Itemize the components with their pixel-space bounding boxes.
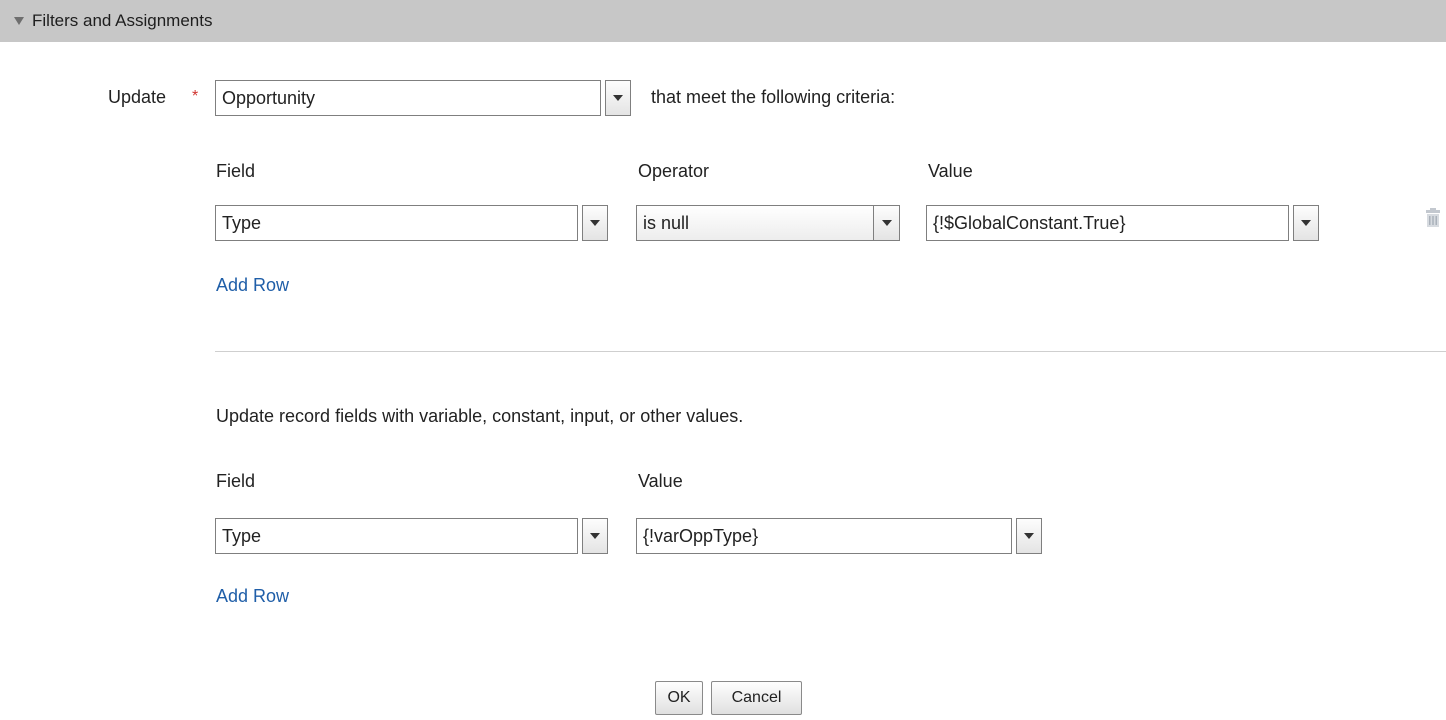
assign-field-header: Field: [216, 471, 256, 491]
trash-icon[interactable]: [1425, 208, 1441, 228]
filter-field-header: Field: [216, 161, 256, 181]
update-label: Update: [108, 87, 167, 107]
assignments-description: Update record fields with variable, cons…: [216, 406, 744, 426]
filter-value-input[interactable]: {!$GlobalConstant.True}: [926, 205, 1289, 241]
filter-operator-select[interactable]: is null: [636, 205, 900, 241]
assign-field-input[interactable]: Type: [215, 518, 578, 554]
chevron-down-icon: [590, 533, 600, 539]
chevron-down-icon: [881, 220, 892, 226]
filter-field-dropdown-button[interactable]: [582, 205, 608, 241]
assign-field-combobox[interactable]: Type: [215, 518, 608, 554]
filter-field-input[interactable]: Type: [215, 205, 578, 241]
chevron-down-icon: [613, 95, 623, 101]
ok-button[interactable]: OK: [655, 681, 703, 715]
object-dropdown-button[interactable]: [605, 80, 631, 116]
object-input[interactable]: Opportunity: [215, 80, 601, 116]
assign-value-dropdown-button[interactable]: [1016, 518, 1042, 554]
assign-value-input[interactable]: {!varOppType}: [636, 518, 1012, 554]
filter-operator-header: Operator: [638, 161, 710, 181]
triangle-down-icon[interactable]: [14, 17, 24, 25]
assign-field-dropdown-button[interactable]: [582, 518, 608, 554]
object-combobox[interactable]: Opportunity: [215, 80, 631, 116]
assign-add-row-link[interactable]: Add Row: [216, 586, 289, 607]
chevron-down-icon: [590, 220, 600, 226]
filter-operator-value[interactable]: is null: [636, 205, 874, 241]
assign-value-header: Value: [638, 471, 683, 491]
filter-value-header: Value: [928, 161, 973, 181]
assign-value-combobox[interactable]: {!varOppType}: [636, 518, 1042, 554]
criteria-text: that meet the following criteria:: [651, 87, 896, 107]
required-indicator: *: [192, 88, 199, 105]
filter-value-dropdown-button[interactable]: [1293, 205, 1319, 241]
filter-add-row-link[interactable]: Add Row: [216, 275, 289, 296]
cancel-button[interactable]: Cancel: [711, 681, 802, 715]
filter-value-combobox[interactable]: {!$GlobalConstant.True}: [926, 205, 1319, 241]
chevron-down-icon: [1024, 533, 1034, 539]
section-divider: [215, 351, 1446, 352]
filter-field-combobox[interactable]: Type: [215, 205, 608, 241]
chevron-down-icon: [1301, 220, 1311, 226]
filter-operator-dropdown-button[interactable]: [874, 205, 900, 241]
section-title: Filters and Assignments: [32, 11, 213, 30]
section-header[interactable]: Filters and Assignments: [0, 0, 1446, 42]
